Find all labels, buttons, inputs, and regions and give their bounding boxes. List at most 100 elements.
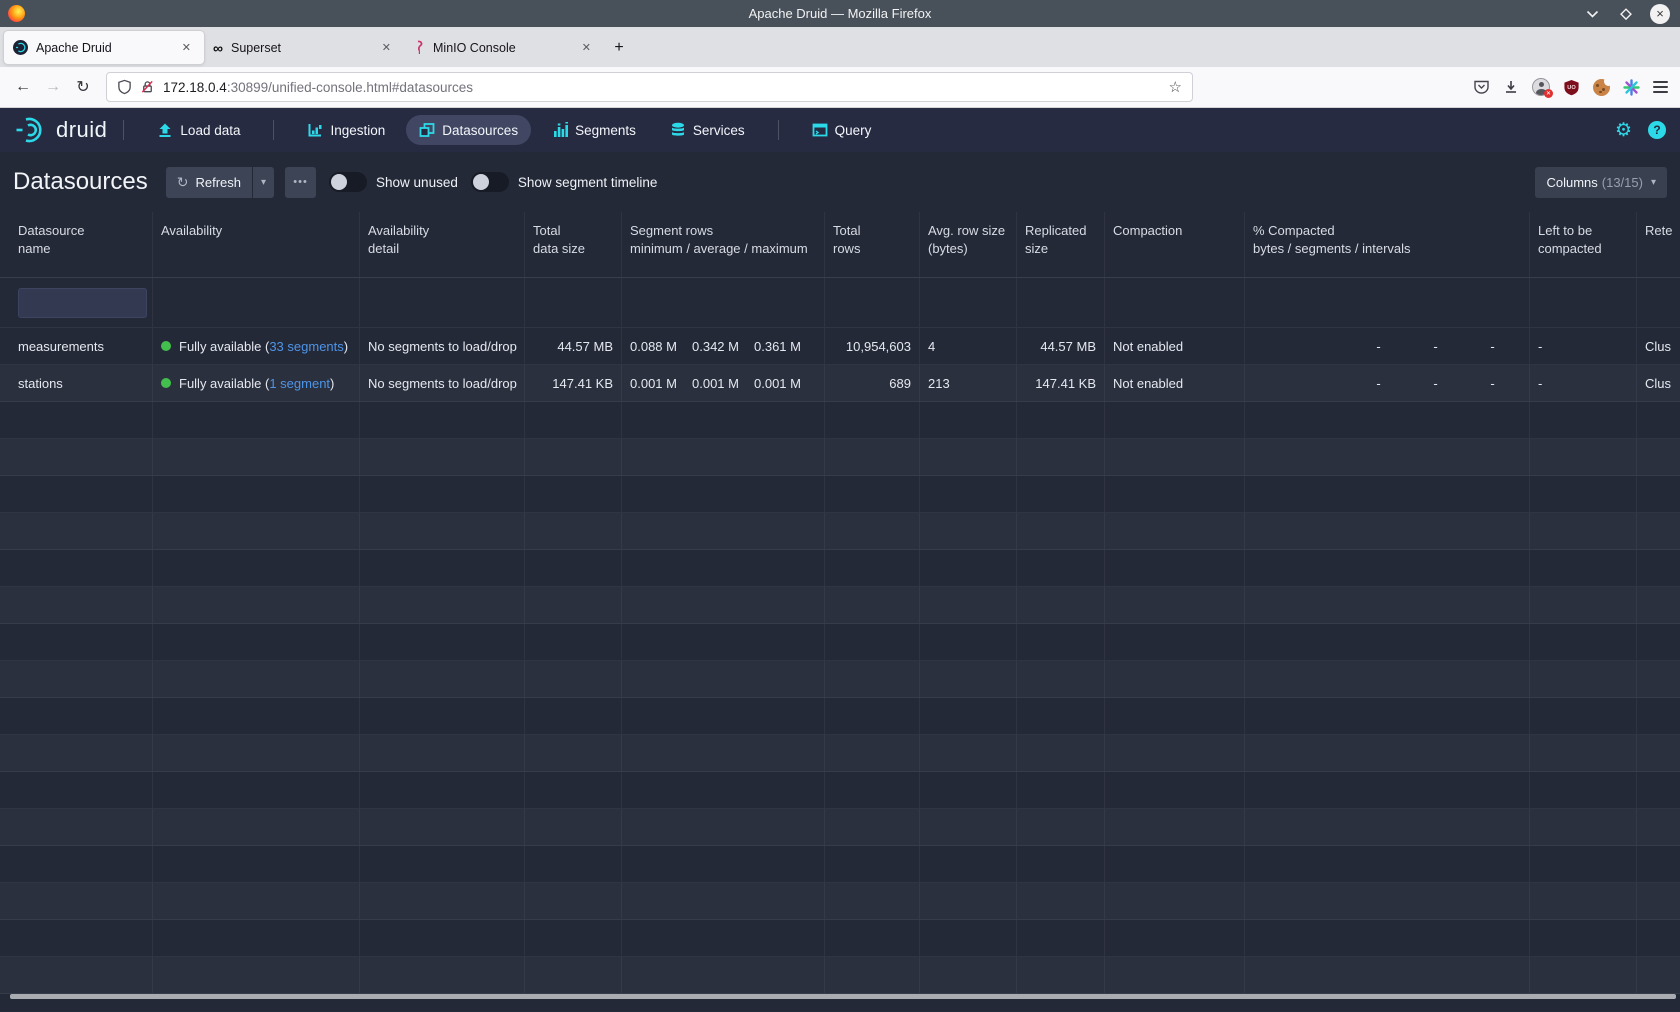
filter-cell xyxy=(1637,278,1680,327)
empty-cell xyxy=(10,624,153,660)
empty-cell xyxy=(10,920,153,956)
gear-icon[interactable]: ⚙ xyxy=(1615,121,1632,140)
nav-query[interactable]: Query xyxy=(799,115,885,145)
empty-table-row xyxy=(0,476,1680,513)
cell-datasource-name[interactable]: stations xyxy=(10,365,153,401)
tab-strip: Apache Druid ✕ ∞ Superset ✕ MinIO Consol… xyxy=(0,27,1680,67)
druid-navbar: druid Load data Ingestion Datasources xyxy=(0,108,1680,152)
page-title: Datasources xyxy=(13,168,148,196)
empty-cell xyxy=(10,698,153,734)
account-extension-icon[interactable]: ✕ xyxy=(1532,78,1550,96)
colorful-asterisk-extension-icon[interactable] xyxy=(1623,79,1640,96)
druid-logo[interactable]: druid xyxy=(14,115,107,145)
column-header[interactable]: Segment rowsminimum / average / maximum xyxy=(622,212,825,277)
column-header[interactable]: Left to becompacted xyxy=(1530,212,1637,277)
column-header[interactable]: Availability xyxy=(153,212,360,277)
tab-superset[interactable]: ∞ Superset ✕ xyxy=(204,31,404,64)
empty-cell xyxy=(10,772,153,808)
column-header[interactable]: Availabilitydetail xyxy=(360,212,525,277)
empty-cell xyxy=(360,550,525,586)
column-header[interactable]: % Compactedbytes / segments / intervals xyxy=(1245,212,1530,277)
url-host: 172.18.0.4 xyxy=(163,80,227,95)
column-header[interactable]: Avg. row size(bytes) xyxy=(920,212,1017,277)
window-close-button[interactable]: × xyxy=(1650,4,1670,24)
window-title: Apache Druid — Mozilla Firefox xyxy=(0,6,1680,21)
horizontal-scrollbar[interactable] xyxy=(10,994,1676,999)
tab-close-icon[interactable]: ✕ xyxy=(378,39,395,56)
cell-pct-compacted: --- xyxy=(1245,365,1530,401)
help-icon[interactable]: ? xyxy=(1648,121,1666,139)
column-header[interactable]: Compaction xyxy=(1105,212,1245,277)
columns-dropdown-button[interactable]: Columns (13/15) ▾ xyxy=(1535,167,1667,198)
cell-datasource-name[interactable]: measurements xyxy=(10,328,153,364)
empty-cell xyxy=(1017,809,1105,845)
empty-cell xyxy=(1530,809,1637,845)
empty-cell xyxy=(1245,587,1530,623)
empty-cell xyxy=(920,809,1017,845)
empty-cell xyxy=(153,846,360,882)
new-tab-button[interactable]: + xyxy=(604,33,634,63)
column-header[interactable]: Replicatedsize xyxy=(1017,212,1105,277)
nav-ingestion[interactable]: Ingestion xyxy=(294,115,398,145)
bookmark-star-icon[interactable]: ☆ xyxy=(1169,78,1182,96)
empty-cell xyxy=(10,661,153,697)
menu-hamburger-icon[interactable] xyxy=(1653,81,1668,93)
tab-apache-druid[interactable]: Apache Druid ✕ xyxy=(4,31,204,64)
empty-cell xyxy=(10,513,153,549)
empty-cell xyxy=(622,513,825,549)
empty-table-row xyxy=(0,587,1680,624)
column-header[interactable]: Totaldata size xyxy=(525,212,622,277)
pocket-icon[interactable] xyxy=(1473,79,1490,95)
datasource-name-filter-input[interactable] xyxy=(18,288,147,318)
column-header[interactable]: Rete xyxy=(1637,212,1680,277)
window-maximize-button[interactable] xyxy=(1616,4,1636,24)
tab-close-icon[interactable]: ✕ xyxy=(578,39,595,56)
empty-cell xyxy=(525,661,622,697)
druid-logo-icon xyxy=(14,115,50,145)
query-icon xyxy=(812,122,828,138)
empty-cell xyxy=(825,920,920,956)
filter-cell xyxy=(1017,278,1105,327)
url-bar[interactable]: 172.18.0.4:30899/unified-console.html#da… xyxy=(106,72,1193,102)
empty-cell xyxy=(525,920,622,956)
more-actions-button[interactable]: ••• xyxy=(285,167,316,198)
cell-replicated-size: 44.57 MB xyxy=(1017,328,1105,364)
ublock-origin-icon[interactable]: UO xyxy=(1563,79,1580,96)
window-minimize-button[interactable] xyxy=(1582,4,1602,24)
nav-segments[interactable]: Segments xyxy=(539,115,649,145)
column-header[interactable]: Datasourcename xyxy=(10,212,153,277)
nav-load-data[interactable]: Load data xyxy=(144,115,253,145)
insecure-lock-icon[interactable] xyxy=(140,79,155,95)
downloads-icon[interactable] xyxy=(1503,79,1519,95)
forward-button[interactable]: → xyxy=(38,73,68,101)
tab-close-icon[interactable]: ✕ xyxy=(178,39,195,56)
refresh-interval-dropdown-button[interactable]: ▾ xyxy=(253,167,274,198)
segments-link[interactable]: 1 segment xyxy=(269,376,330,391)
show-segment-timeline-toggle[interactable] xyxy=(471,172,509,192)
url-text[interactable]: 172.18.0.4:30899/unified-console.html#da… xyxy=(163,80,1161,95)
empty-cell xyxy=(1105,846,1245,882)
empty-cell xyxy=(153,772,360,808)
back-button[interactable]: ← xyxy=(8,73,38,101)
tab-minio-console[interactable]: MinIO Console ✕ xyxy=(404,31,604,64)
segments-link[interactable]: 33 segments xyxy=(269,339,343,354)
column-header[interactable]: Totalrows xyxy=(825,212,920,277)
empty-cell xyxy=(1105,809,1245,845)
cookie-extension-icon[interactable] xyxy=(1593,79,1610,96)
empty-cell xyxy=(1017,587,1105,623)
empty-cell xyxy=(153,698,360,734)
refresh-button[interactable]: ↻ Refresh xyxy=(166,167,252,198)
empty-cell xyxy=(1530,402,1637,438)
tab-label: MinIO Console xyxy=(433,41,578,55)
show-unused-toggle[interactable] xyxy=(329,172,367,192)
nav-datasources[interactable]: Datasources xyxy=(406,115,531,145)
empty-cell xyxy=(10,846,153,882)
more-icon: ••• xyxy=(293,176,308,188)
nav-services[interactable]: Services xyxy=(657,115,758,145)
empty-cell xyxy=(153,661,360,697)
empty-cell xyxy=(1245,402,1530,438)
empty-cell xyxy=(153,550,360,586)
reload-button[interactable]: ↻ xyxy=(68,73,98,101)
tracking-shield-icon[interactable] xyxy=(117,79,132,95)
empty-cell xyxy=(920,735,1017,771)
